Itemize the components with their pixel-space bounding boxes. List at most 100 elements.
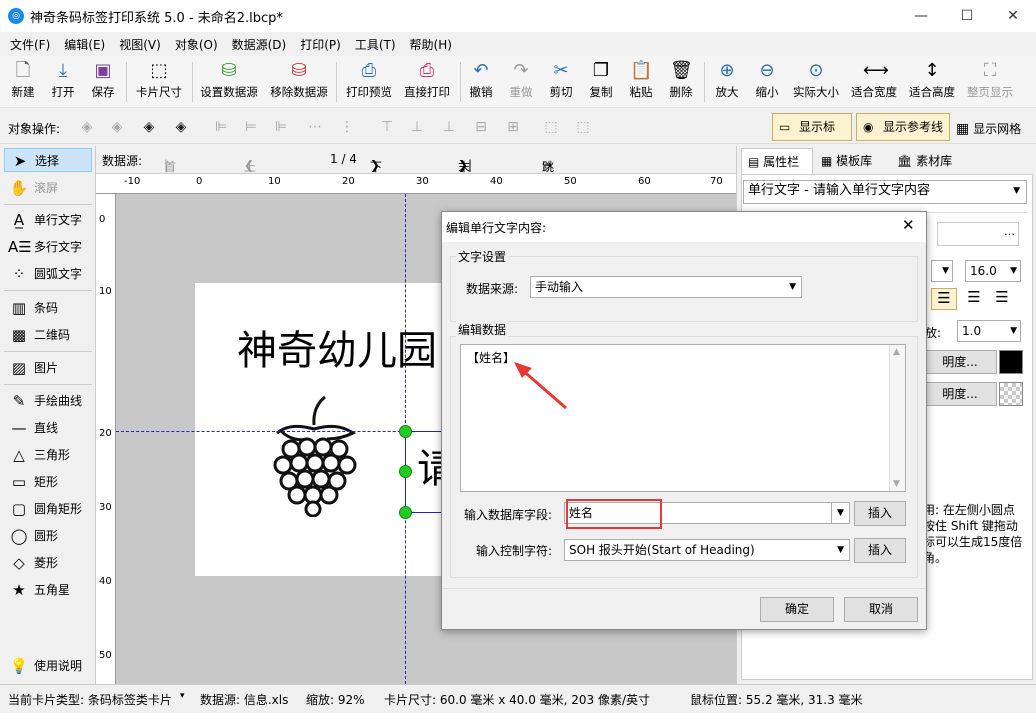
align-center-button[interactable]: ☰ <box>961 288 987 310</box>
insert-field-button[interactable]: 插入 <box>854 501 906 526</box>
zoom-out-button[interactable]: ⊖ 缩小 <box>750 60 784 106</box>
tool-image[interactable]: ▨ 图片 <box>4 356 92 380</box>
layer-bottom-icon[interactable]: ◈ <box>170 117 192 137</box>
distribute-h-icon[interactable]: ⋯ <box>304 117 326 137</box>
remove-datasource-button[interactable]: ⛁ 移除数据源 <box>266 60 332 106</box>
resize-handle[interactable] <box>399 425 412 438</box>
fit-width-button[interactable]: ⟷ 适合宽度 <box>846 60 902 106</box>
menu-datasource[interactable]: 数据源(D) <box>225 32 294 53</box>
save-icon: ▣ <box>94 60 112 81</box>
tool-line[interactable]: — 直线 <box>4 416 92 440</box>
align-middle-icon[interactable]: ⊥ <box>406 117 428 137</box>
align-right-icon[interactable]: ⊫ <box>270 117 292 137</box>
zoom-in-button[interactable]: ⊕ 放大 <box>710 60 744 106</box>
open-button[interactable]: ⤓ 打开 <box>46 60 80 106</box>
redo-button[interactable]: ↷ 重做 <box>504 60 538 106</box>
tool-help[interactable]: 💡 使用说明 <box>4 654 92 678</box>
tool-qrcode[interactable]: ▩ 二维码 <box>4 323 92 347</box>
tool-rounded-rect[interactable]: ▢ 圆角矩形 <box>4 497 92 521</box>
tool-circle[interactable]: ◯ 圆形 <box>4 524 92 548</box>
paste-button[interactable]: 📋 粘贴 <box>624 60 658 106</box>
distribute-v-icon[interactable]: ⋮ <box>336 117 358 137</box>
layer-up-icon[interactable]: ◈ <box>76 117 98 137</box>
toolbar-separator <box>192 62 193 102</box>
save-button[interactable]: ▣ 保存 <box>86 60 120 106</box>
ok-button[interactable]: 确定 <box>760 597 834 622</box>
bg-color-button[interactable]: 明度... <box>923 382 997 406</box>
align-center-icon[interactable]: ⊨ <box>240 117 262 137</box>
menu-tools[interactable]: 工具(T) <box>348 32 403 53</box>
menu-edit[interactable]: 编辑(E) <box>57 32 112 53</box>
card-title-text[interactable]: 神奇幼儿园 <box>237 327 437 375</box>
bg-color-swatch[interactable] <box>999 382 1023 406</box>
group-icon[interactable]: ⬚ <box>540 117 562 137</box>
cut-button[interactable]: ✂ 剪切 <box>544 60 578 106</box>
minimize-button[interactable]: — <box>898 0 944 32</box>
set-datasource-button[interactable]: ⛁ 设置数据源 <box>196 60 262 106</box>
same-width-icon[interactable]: ⊟ <box>470 117 492 137</box>
font-name-field[interactable]: … <box>937 222 1019 246</box>
tool-diamond[interactable]: ◇ 菱形 <box>4 551 92 575</box>
font-size-input[interactable]: 16.0 ▼ <box>965 260 1021 282</box>
scale-input[interactable]: 1.0 ▼ <box>957 320 1021 342</box>
tool-rectangle[interactable]: ▭ 矩形 <box>4 470 92 494</box>
tab-properties[interactable]: ▤ 属性栏 <box>741 148 813 174</box>
layer-down-icon[interactable]: ◈ <box>106 117 128 137</box>
show-ruler-toggle[interactable]: ▭显示标尺 <box>772 113 852 160</box>
tool-select[interactable]: ➤ 选择 <box>4 148 92 172</box>
pen-icon: ✎ <box>12 392 26 410</box>
ungroup-icon[interactable]: ⬚ <box>572 117 594 137</box>
delete-icon: 🗑 <box>670 60 693 81</box>
cancel-button[interactable]: 取消 <box>844 597 918 622</box>
textarea-scrollbar[interactable]: ▲ ▼ <box>889 345 905 491</box>
menu-help[interactable]: 帮助(H) <box>403 32 459 53</box>
text-color-swatch[interactable] <box>999 350 1023 374</box>
actual-size-button[interactable]: ⊙ 实际大小 <box>788 60 844 106</box>
menu-print[interactable]: 打印(P) <box>293 32 348 53</box>
source-select[interactable]: 手动输入 ▼ <box>530 276 802 298</box>
show-grid-toggle[interactable]: ▦ 显示网格 <box>956 120 1021 137</box>
text-color-button[interactable]: 明度... <box>923 350 997 374</box>
direct-print-button[interactable]: ⎙ 直接打印 <box>400 60 454 106</box>
card-size-button[interactable]: ⬚ 卡片尺寸 <box>132 60 186 106</box>
copy-button[interactable]: ❐ 复制 <box>584 60 618 106</box>
align-top-icon[interactable]: ⊤ <box>376 117 398 137</box>
tool-barcode[interactable]: ▥ 条码 <box>4 296 92 320</box>
resize-handle[interactable] <box>399 506 412 519</box>
font-select[interactable]: ▼ <box>931 260 953 282</box>
maximize-button[interactable]: ☐ <box>944 0 990 32</box>
raspberry-icon[interactable] <box>269 395 359 517</box>
align-bottom-icon[interactable]: ⊥ <box>438 117 460 137</box>
align-left-button[interactable]: ☰ <box>931 288 957 310</box>
tool-freehand[interactable]: ✎ 手绘曲线 <box>4 389 92 413</box>
align-left-icon[interactable]: ⊫ <box>210 117 232 137</box>
menu-file[interactable]: 文件(F) <box>0 32 57 53</box>
tab-materials[interactable]: 🏛 素材库 <box>891 148 965 174</box>
resize-handle[interactable] <box>399 465 412 478</box>
menu-view[interactable]: 视图(V) <box>112 32 168 53</box>
tool-arc-text[interactable]: ⁘ 圆弧文字 <box>4 262 92 286</box>
show-guides-toggle[interactable]: ◉ 显示参考线 <box>856 113 950 141</box>
full-page-button[interactable]: ⛶ 整页显示 <box>962 60 1018 106</box>
tool-triangle[interactable]: △ 三角形 <box>4 443 92 467</box>
menu-object[interactable]: 对象(O) <box>168 32 225 53</box>
delete-button[interactable]: 🗑 删除 <box>664 60 698 106</box>
fit-height-button[interactable]: ↕ 适合高度 <box>904 60 960 106</box>
object-type-select[interactable]: 单行文字 - 请输入单行文字内容 ▼ <box>743 180 1027 204</box>
print-preview-button[interactable]: ⎙ 打印预览 <box>342 60 396 106</box>
undo-button[interactable]: ↶ 撤销 <box>464 60 498 106</box>
insert-ctrl-button[interactable]: 插入 <box>854 538 906 563</box>
layer-top-icon[interactable]: ◈ <box>138 117 160 137</box>
chevron-down-icon[interactable]: ▾ <box>180 691 185 701</box>
ctrl-char-select[interactable]: SOH 报头开始(Start of Heading) ▼ <box>564 539 850 561</box>
new-button[interactable]: 🗋 新建 <box>6 60 40 106</box>
tool-star[interactable]: ★ 五角星 <box>4 578 92 602</box>
dialog-close-button[interactable]: ✕ <box>902 216 915 234</box>
tool-pan[interactable]: ✋ 滚屏 <box>4 176 92 200</box>
close-button[interactable]: ✕ <box>990 0 1036 32</box>
same-height-icon[interactable]: ⊞ <box>502 117 524 137</box>
tool-multi-text[interactable]: A☰ 多行文字 <box>4 235 92 259</box>
tab-templates[interactable]: ▦ 模板库 <box>815 148 889 174</box>
tool-single-text[interactable]: A̲ 单行文字 <box>4 208 92 232</box>
align-right-button[interactable]: ☰ <box>989 288 1015 310</box>
